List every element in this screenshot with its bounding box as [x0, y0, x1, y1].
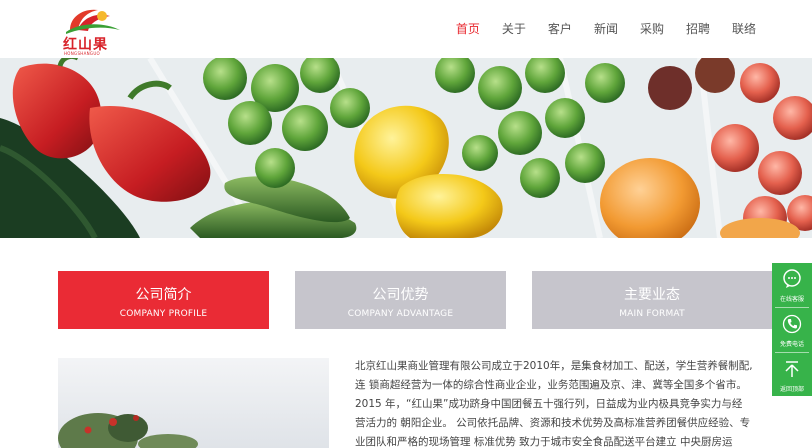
side-item-label: 返回顶部	[779, 386, 804, 393]
side-item-label: 免费电话	[779, 341, 804, 348]
tab-title: 公司简介	[135, 287, 192, 303]
intro-line: 北京红山果商业管理有限公司成立于2010年，是集食材加工、配送，学生营养餐制配,	[355, 360, 753, 372]
tab-main-format[interactable]: 主要业态 MAIN FORMAT	[532, 271, 772, 329]
phone-icon	[782, 314, 802, 334]
tab-subtitle: COMPANY ADVANTAGE	[347, 309, 454, 319]
intro-line: 业团队和严格的现场管理 标准优势 致力于城市安全食品配送平台建立 中央厨房运	[355, 436, 733, 448]
tab-company-profile[interactable]: 公司简介 COMPANY PROFILE	[58, 271, 269, 329]
intro-line: 连 锁商超经营为一体的综合性商业企业，业务范围遍及京、津、冀等全国多个省市。	[355, 379, 747, 391]
tab-company-advantage[interactable]: 公司优势 COMPANY ADVANTAGE	[295, 271, 506, 329]
hero-banner-image	[0, 58, 812, 238]
main-nav: 首页 关于 客户 新闻 采购 招聘 联络	[434, 20, 756, 37]
intro-line: 2015 年，“红山果”成功跻身中国团餐五十强行列，日益成为业内极具竞争实力与经	[355, 398, 743, 410]
nav-item-careers[interactable]: 招聘	[686, 20, 710, 37]
tab-subtitle: MAIN FORMAT	[619, 309, 685, 319]
side-float-panel: 在线客服 免费电话 返回顶部	[772, 263, 812, 396]
online-service-button[interactable]: 在线客服	[772, 263, 812, 307]
tab-title: 主要业态	[624, 287, 680, 303]
nav-item-home[interactable]: 首页	[456, 20, 480, 37]
company-photo	[58, 358, 329, 448]
side-item-label: 在线客服	[779, 296, 804, 303]
logo-mark-icon	[66, 9, 120, 34]
nav-item-contact[interactable]: 联络	[732, 20, 756, 37]
back-to-top-button[interactable]: 返回顶部	[772, 353, 812, 397]
section-tabs: 公司简介 COMPANY PROFILE 公司优势 COMPANY ADVANT…	[58, 271, 772, 329]
site-header: 红山果 HONGSHANGUO 首页 关于 客户 新闻 采购 招聘 联络	[0, 0, 812, 58]
tab-subtitle: COMPANY PROFILE	[119, 309, 208, 319]
chat-icon	[783, 269, 801, 288]
vegetables-illustration	[0, 58, 812, 238]
nav-item-news[interactable]: 新闻	[594, 20, 618, 37]
intro-line: 营活力的 朝阳企业。 公司依托品牌、资源和技术优势及高标准营养团餐供应经验、专	[355, 417, 751, 429]
company-intro: 北京红山果商业管理有限公司成立于2010年，是集食材加工、配送，学生营养餐制配,…	[355, 357, 785, 448]
nav-item-about[interactable]: 关于	[502, 20, 526, 37]
nav-item-clients[interactable]: 客户	[548, 20, 572, 37]
free-phone-button[interactable]: 免费电话	[772, 308, 812, 352]
nav-item-purchasing[interactable]: 采购	[640, 20, 664, 37]
logo-subtext: HONGSHANGUO	[64, 51, 100, 56]
back-to-top-icon	[785, 361, 799, 377]
logo[interactable]: 红山果 HONGSHANGUO	[58, 4, 128, 56]
tab-title: 公司优势	[372, 287, 429, 303]
tree-photo-illustration	[58, 358, 329, 448]
